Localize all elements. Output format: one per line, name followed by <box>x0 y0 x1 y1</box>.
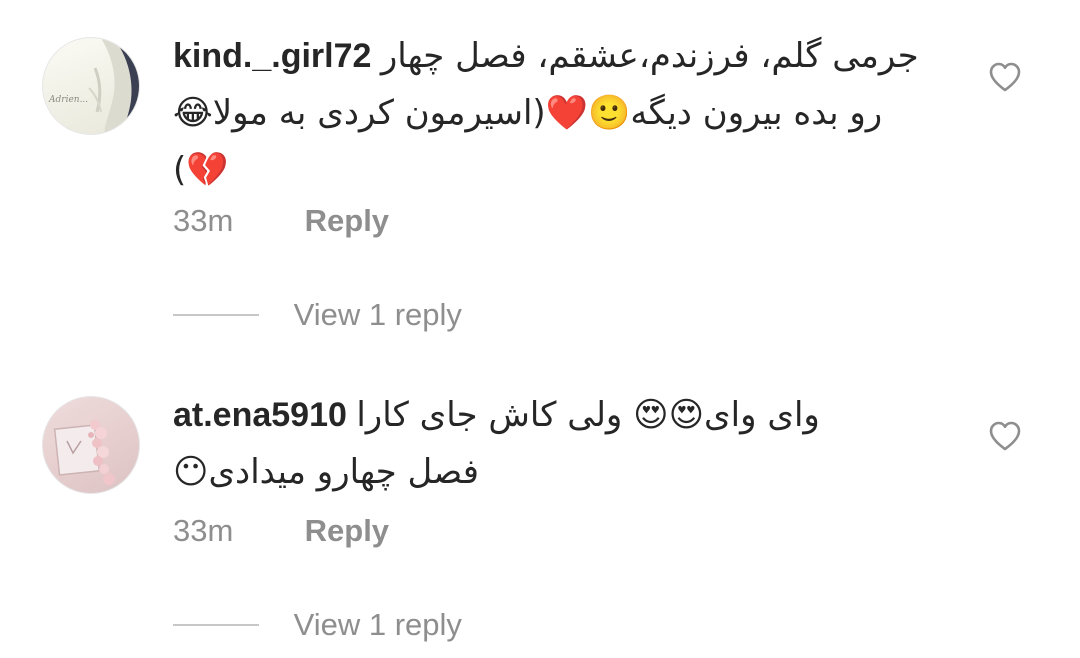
avatar-image <box>53 420 115 485</box>
like-heart-icon[interactable] <box>988 61 1022 93</box>
replies-divider <box>173 313 259 316</box>
comment-timestamp: 33m <box>173 513 234 548</box>
comment-text: kind._.girl72 جرمی گلم، فرزندم،عشقم، فصل… <box>173 28 919 199</box>
replies-divider <box>173 623 259 626</box>
view-replies-button[interactable]: View 1 reply <box>173 295 462 335</box>
comment-meta: 33m Reply <box>173 511 389 551</box>
comment-username[interactable]: kind._.girl72 <box>173 37 371 75</box>
comment-timestamp: 33m <box>173 203 234 238</box>
comment-body-line-2: رو بده بیرون دیگه🙂❤️(اسیرمون کردی به مول… <box>173 93 883 133</box>
comment-body-line-1: وای وای😍😍 ولی کاش جای کارا <box>356 395 820 435</box>
comment-body-line-3: 💔) <box>173 150 229 190</box>
view-replies-label: View 1 reply <box>293 607 462 642</box>
reply-button[interactable]: Reply <box>305 203 389 238</box>
comment-meta: 33m Reply <box>173 201 389 241</box>
avatar-signature: Adrien... <box>48 95 88 105</box>
avatar[interactable]: Adrien... <box>42 37 140 135</box>
view-replies-button[interactable]: View 1 reply <box>173 605 462 645</box>
reply-button[interactable]: Reply <box>305 513 389 548</box>
comment-username[interactable]: at.ena5910 <box>173 396 347 434</box>
comment-body-line-1: جرمی گلم، فرزندم،عشقم، فصل چهار <box>380 36 919 76</box>
comment-text: at.ena5910 وای وای😍😍 ولی کاش جای کارا فص… <box>173 387 913 501</box>
view-replies-label: View 1 reply <box>293 297 462 332</box>
comment-body-line-2: فصل چهارو میدادی😶 <box>173 452 479 492</box>
avatar[interactable] <box>42 396 140 494</box>
like-heart-icon[interactable] <box>988 420 1022 452</box>
avatar-image: Adrien... <box>48 38 139 134</box>
